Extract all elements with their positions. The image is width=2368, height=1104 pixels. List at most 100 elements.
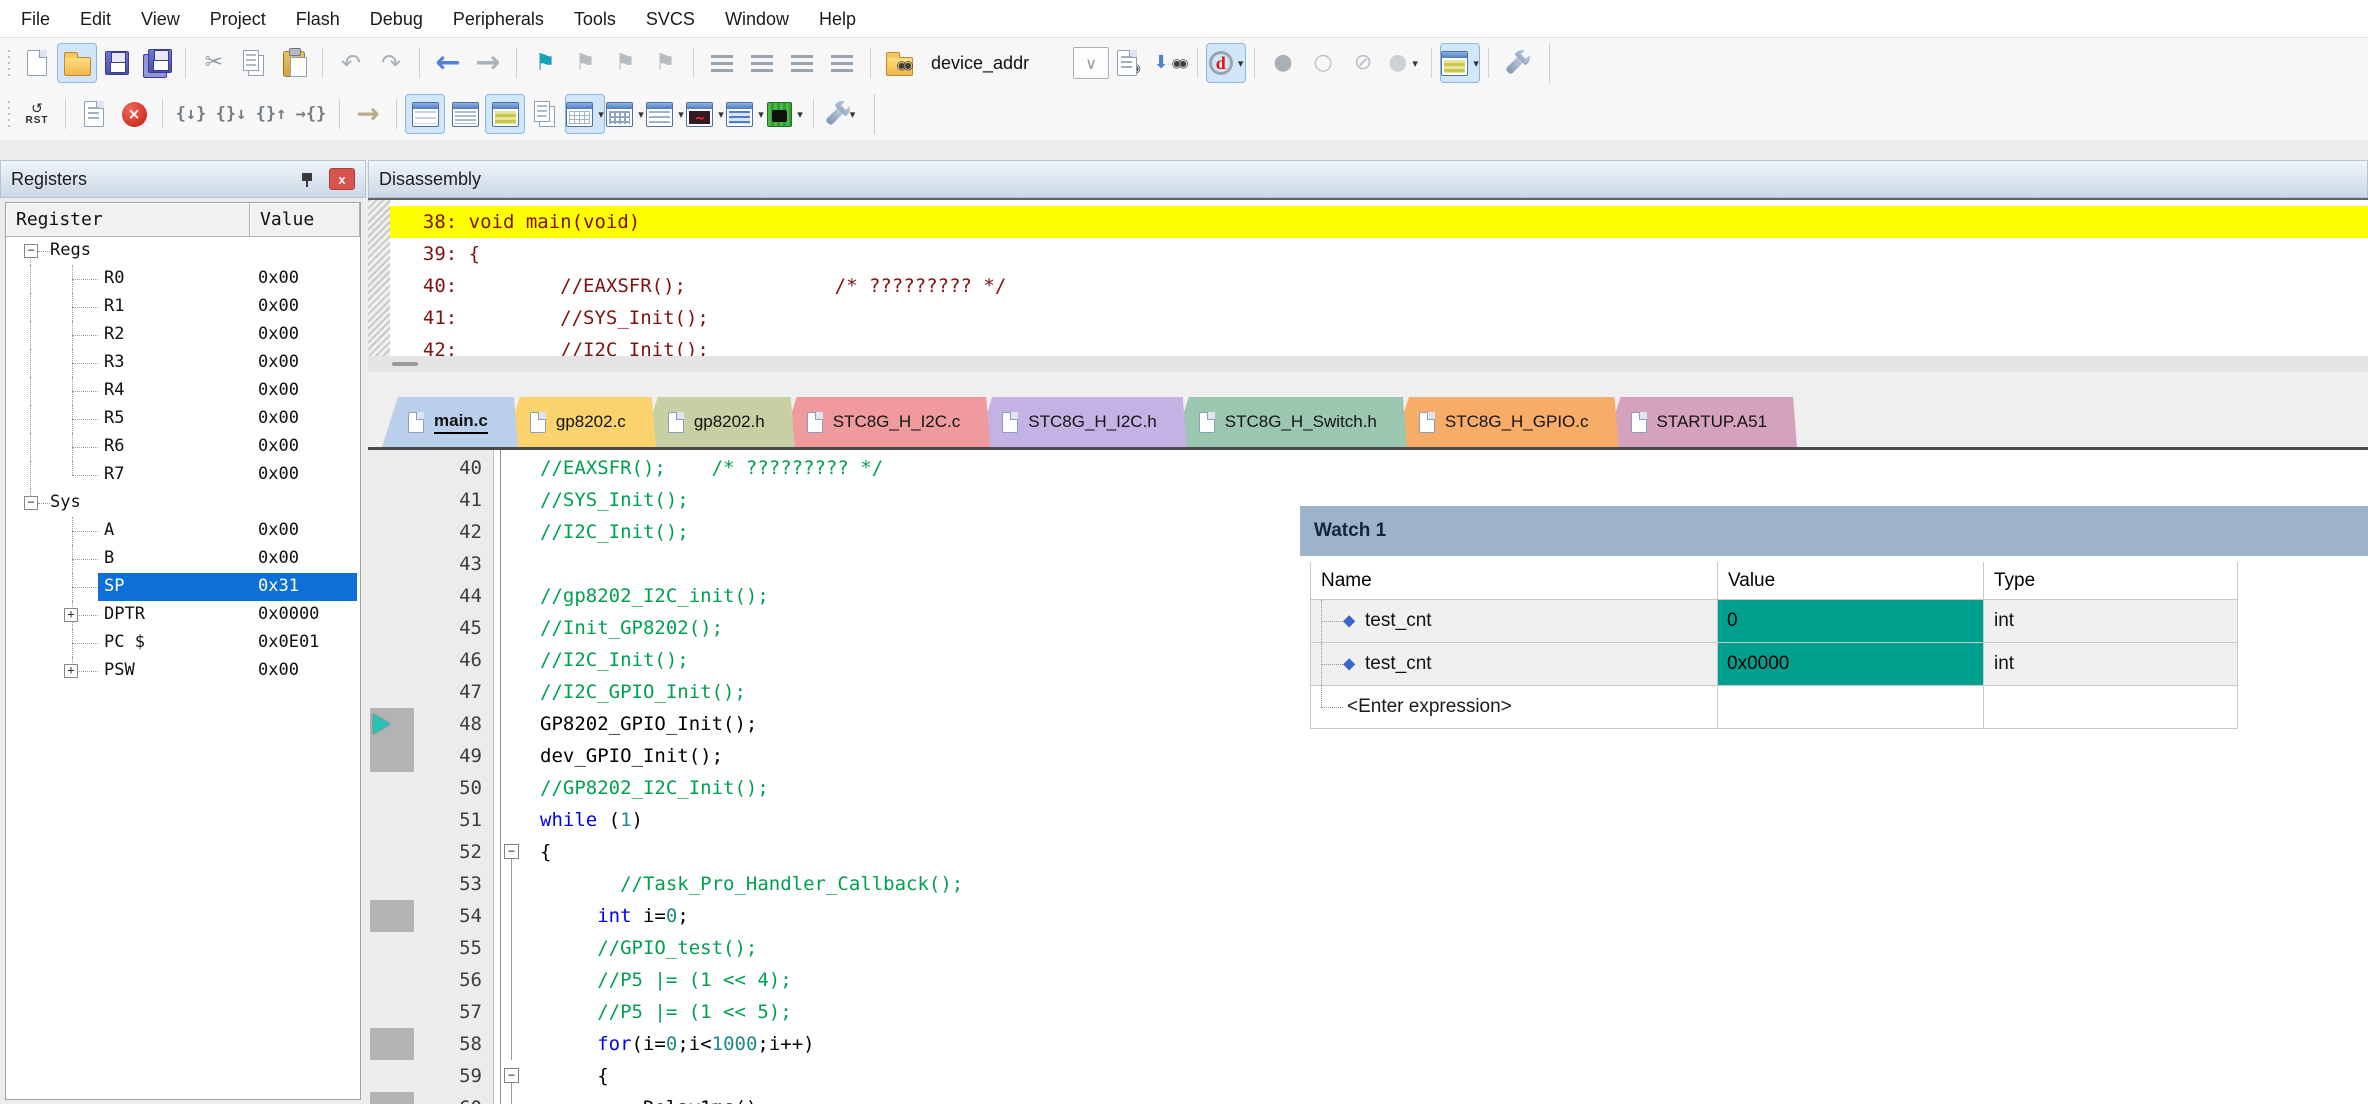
debug-settings-icon[interactable]: ▾	[822, 94, 862, 134]
outdent-icon[interactable]	[742, 43, 782, 83]
watch-value-cell[interactable]: 0x0000	[1718, 643, 1984, 686]
menu-peripherals[interactable]: Peripherals	[438, 0, 559, 38]
enable-breakpoint-icon[interactable]: ○	[1303, 43, 1343, 83]
tab-main-c[interactable]: main.c	[382, 397, 518, 447]
tab-stc8g-h-i2c-c[interactable]: STC8G_H_I2C.c	[781, 397, 991, 447]
comment-icon[interactable]	[782, 43, 822, 83]
previous-bookmark-icon[interactable]: ⚑	[565, 43, 605, 83]
watch-name-cell[interactable]: ◆test_cnt	[1311, 643, 1718, 686]
code-text[interactable]: //GPIO_test();	[540, 932, 757, 964]
register-row-pc-[interactable]: PC $0x0E01	[6, 629, 360, 657]
code-text[interactable]: while (1)	[540, 804, 643, 836]
toggle-breakpoint-icon[interactable]: ●	[1263, 43, 1303, 83]
cut-icon[interactable]: ✂	[194, 43, 234, 83]
menu-project[interactable]: Project	[195, 0, 281, 38]
code-text[interactable]: //Init_GP8202();	[540, 612, 723, 644]
tab-startup-a51[interactable]: STARTUP.A51	[1605, 397, 1798, 447]
code-text[interactable]: {	[540, 1060, 609, 1092]
tab-gp8202-h[interactable]: gp8202.h	[642, 397, 795, 447]
watch-row-2[interactable]: ◆test_cnt0x0000int	[1311, 643, 2238, 686]
register-row-r2[interactable]: R20x00	[6, 321, 360, 349]
tab-stc8g-h-i2c-h[interactable]: STC8G_H_I2C.h	[976, 397, 1187, 447]
watch-name-cell[interactable]: ◆test_cnt	[1311, 600, 1718, 643]
search-combo-value[interactable]: device_addr	[919, 53, 1073, 74]
code-text[interactable]: //Task_Pro_Handler_Callback();	[540, 868, 963, 900]
copy-icon[interactable]	[234, 43, 274, 83]
tree-collapse-icon[interactable]: −	[24, 244, 38, 258]
tree-expand-icon[interactable]: +	[64, 608, 78, 622]
kill-breakpoints-icon[interactable]: ●▾	[1383, 43, 1423, 83]
navigate-back-icon[interactable]: ←	[428, 43, 468, 83]
window-layout-icon[interactable]: ▾	[1440, 43, 1480, 83]
code-text[interactable]: for(i=0;i<1000;i++)	[540, 1028, 815, 1060]
menu-help[interactable]: Help	[804, 0, 871, 38]
combo-dropdown-icon[interactable]: ∨	[1073, 47, 1109, 79]
disassembly-line[interactable]: 38: void main(void)	[390, 206, 2368, 238]
uncomment-icon[interactable]	[822, 43, 862, 83]
paste-icon[interactable]	[274, 43, 314, 83]
open-file-icon[interactable]	[57, 43, 97, 83]
code-text[interactable]: //EAXSFR(); /* ????????? */	[540, 452, 883, 484]
code-text[interactable]: //SYS_Init();	[540, 484, 689, 516]
find-in-files-icon[interactable]	[879, 43, 919, 83]
horizontal-splitter[interactable]	[368, 356, 2368, 372]
tab-stc8g-h-gpio-c[interactable]: STC8G_H_GPIO.c	[1393, 397, 1619, 447]
menu-view[interactable]: View	[126, 0, 195, 38]
tree-collapse-icon[interactable]: −	[24, 496, 38, 510]
find-in-files2-icon[interactable]: ◉	[1109, 43, 1149, 83]
trace-window-icon[interactable]: ▾	[725, 94, 765, 134]
menu-tools[interactable]: Tools	[559, 0, 631, 38]
code-text[interactable]: //I2C_GPIO_Init();	[540, 676, 746, 708]
register-row-r6[interactable]: R60x00	[6, 433, 360, 461]
fold-collapse-icon[interactable]: −	[504, 844, 519, 859]
code-text[interactable]: {	[540, 836, 551, 868]
stop-debug-icon[interactable]: ×	[114, 94, 154, 134]
code-text[interactable]: //GP8202_I2C_Init();	[540, 772, 769, 804]
watch-window-icon[interactable]: ▾	[565, 94, 605, 134]
menu-window[interactable]: Window	[710, 0, 804, 38]
register-row-r3[interactable]: R30x00	[6, 349, 360, 377]
code-text[interactable]: //P5 |= (1 << 5);	[540, 996, 792, 1028]
code-text[interactable]: dev_GPIO_Init();	[540, 740, 723, 772]
toolbar-grip[interactable]	[5, 98, 13, 130]
show-next-statement-icon[interactable]	[74, 94, 114, 134]
toolbar-grip[interactable]	[5, 47, 13, 79]
register-group-regs[interactable]: −Regs	[6, 237, 360, 265]
code-text[interactable]: //P5 |= (1 << 4);	[540, 964, 792, 996]
code-line-40[interactable]: 40//EAXSFR(); /* ????????? */	[368, 452, 2368, 484]
tab-gp8202-c[interactable]: gp8202.c	[504, 397, 656, 447]
menu-svcs[interactable]: SVCS	[631, 0, 710, 38]
navigate-forward-icon[interactable]: →	[468, 43, 508, 83]
save-all-icon[interactable]	[137, 43, 177, 83]
register-row-a[interactable]: A0x00	[6, 517, 360, 545]
menu-debug[interactable]: Debug	[355, 0, 438, 38]
watch-column-value[interactable]: Value	[1718, 562, 1984, 600]
clear-bookmarks-icon[interactable]: ⚑	[645, 43, 685, 83]
disassembly-line[interactable]: 42: //I2C_Init();	[390, 334, 2368, 356]
indent-icon[interactable]	[702, 43, 742, 83]
pin-icon[interactable]	[299, 171, 315, 187]
watch-type-cell[interactable]	[1984, 686, 2238, 729]
run-to-cursor-icon[interactable]: →{}	[291, 94, 331, 134]
watch-type-cell[interactable]: int	[1984, 600, 2238, 643]
watch-type-cell[interactable]: int	[1984, 643, 2238, 686]
command-window-icon[interactable]	[405, 94, 445, 134]
registers-title-bar[interactable]: Registers x	[0, 160, 366, 198]
register-row-dptr[interactable]: +DPTR0x0000	[6, 601, 360, 629]
disassembly-window-icon[interactable]	[445, 94, 485, 134]
system-viewer-icon[interactable]: ▾	[765, 94, 805, 134]
register-row-r0[interactable]: R00x00	[6, 265, 360, 293]
disassembly-title-bar[interactable]: Disassembly	[368, 160, 2368, 198]
tree-expand-icon[interactable]: +	[64, 664, 78, 678]
insert-bookmark-icon[interactable]: ⚑	[525, 43, 565, 83]
tab-stc8g-h-switch-h[interactable]: STC8G_H_Switch.h	[1173, 397, 1407, 447]
menu-file[interactable]: File	[6, 0, 65, 38]
new-file-icon[interactable]	[17, 43, 57, 83]
reset-button[interactable]: ↺RST	[17, 94, 57, 134]
find-text-icon[interactable]: d▾	[1206, 43, 1246, 83]
disassembly-line[interactable]: 40: //EAXSFR(); /* ????????? */	[390, 270, 2368, 302]
register-row-psw[interactable]: +PSW0x00	[6, 657, 360, 685]
code-text[interactable]: GP8202_GPIO_Init();	[540, 708, 757, 740]
register-row-r1[interactable]: R10x00	[6, 293, 360, 321]
code-text[interactable]: Delay1ms();	[540, 1092, 769, 1104]
